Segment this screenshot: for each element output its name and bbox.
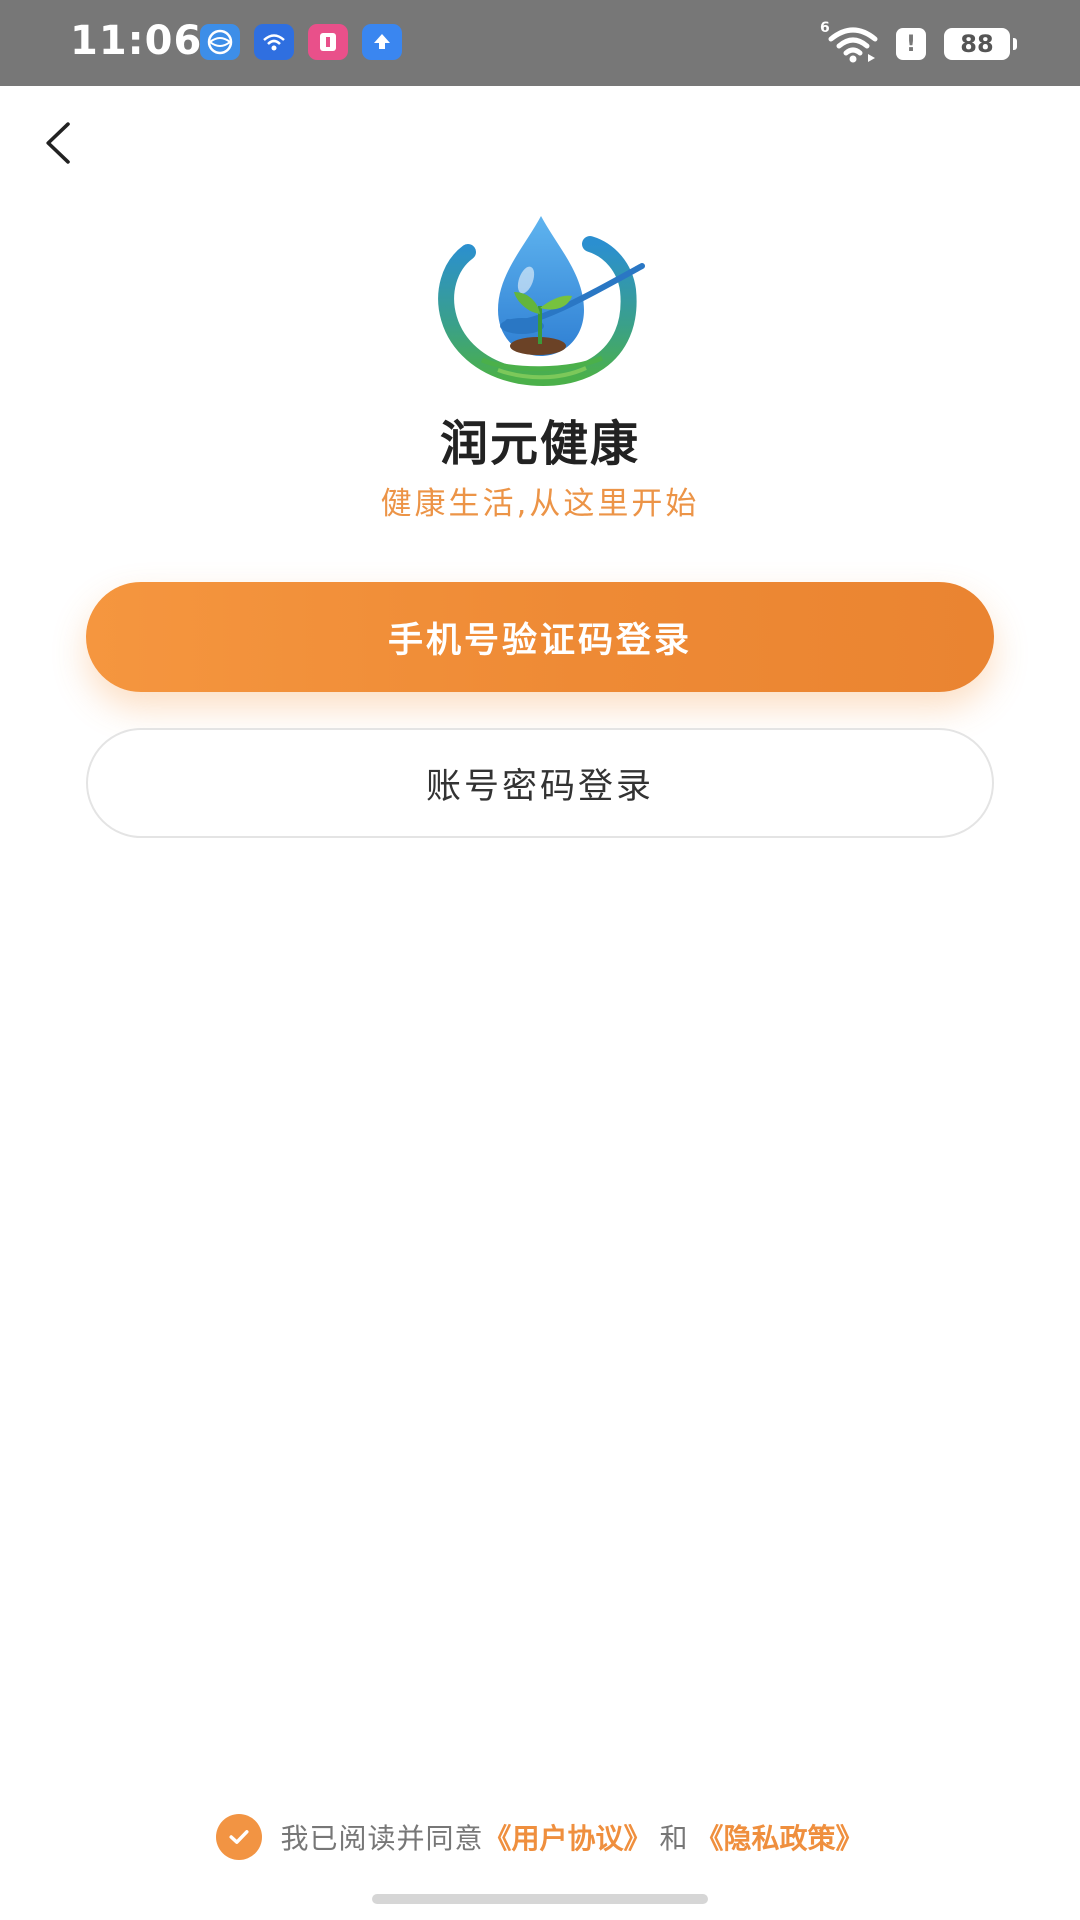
upload-app-icon	[362, 24, 402, 60]
app-title: 润元健康	[439, 416, 640, 472]
alert-icon: !	[896, 28, 926, 60]
pink-app-icon	[308, 24, 348, 60]
login-screen: 11:06 6 ! 88 润元健康 健康生活,从这里开始 手机号验证码登录 账号…	[0, 0, 1080, 1920]
sms-login-button[interactable]: 手机号验证码登录	[86, 582, 994, 692]
status-right-group: 6 ! 88	[820, 20, 1017, 64]
password-login-label: 账号密码登录	[425, 766, 654, 807]
status-time: 11:06	[70, 18, 203, 64]
user-agreement-link[interactable]: 《用户协议》	[483, 1817, 651, 1857]
agreement-row: 我已阅读并同意 《用户协议》 和 《隐私政策》	[0, 1812, 1080, 1862]
battery-icon: 88	[944, 28, 1017, 60]
battery-level: 88	[960, 30, 994, 58]
wifi-app-icon	[254, 24, 294, 60]
agreement-prefix: 我已阅读并同意	[280, 1822, 484, 1855]
sms-login-label: 手机号验证码登录	[387, 620, 692, 661]
wifi-icon: 6	[820, 20, 878, 64]
agreement-and: 和	[659, 1822, 688, 1855]
privacy-policy-link[interactable]: 《隐私政策》	[696, 1817, 864, 1857]
agreement-checkbox[interactable]	[216, 1814, 263, 1860]
globe-app-icon	[200, 24, 240, 60]
app-slogan: 健康生活,从这里开始	[380, 486, 700, 522]
network-label: 6	[820, 20, 830, 36]
password-login-button[interactable]: 账号密码登录	[86, 728, 994, 838]
status-bar: 11:06 6 ! 88	[0, 0, 1080, 86]
app-logo	[438, 216, 645, 386]
chevron-left-icon	[46, 122, 70, 164]
checkmark-icon	[229, 1830, 250, 1844]
back-button[interactable]	[24, 108, 94, 178]
home-indicator[interactable]	[372, 1894, 708, 1904]
